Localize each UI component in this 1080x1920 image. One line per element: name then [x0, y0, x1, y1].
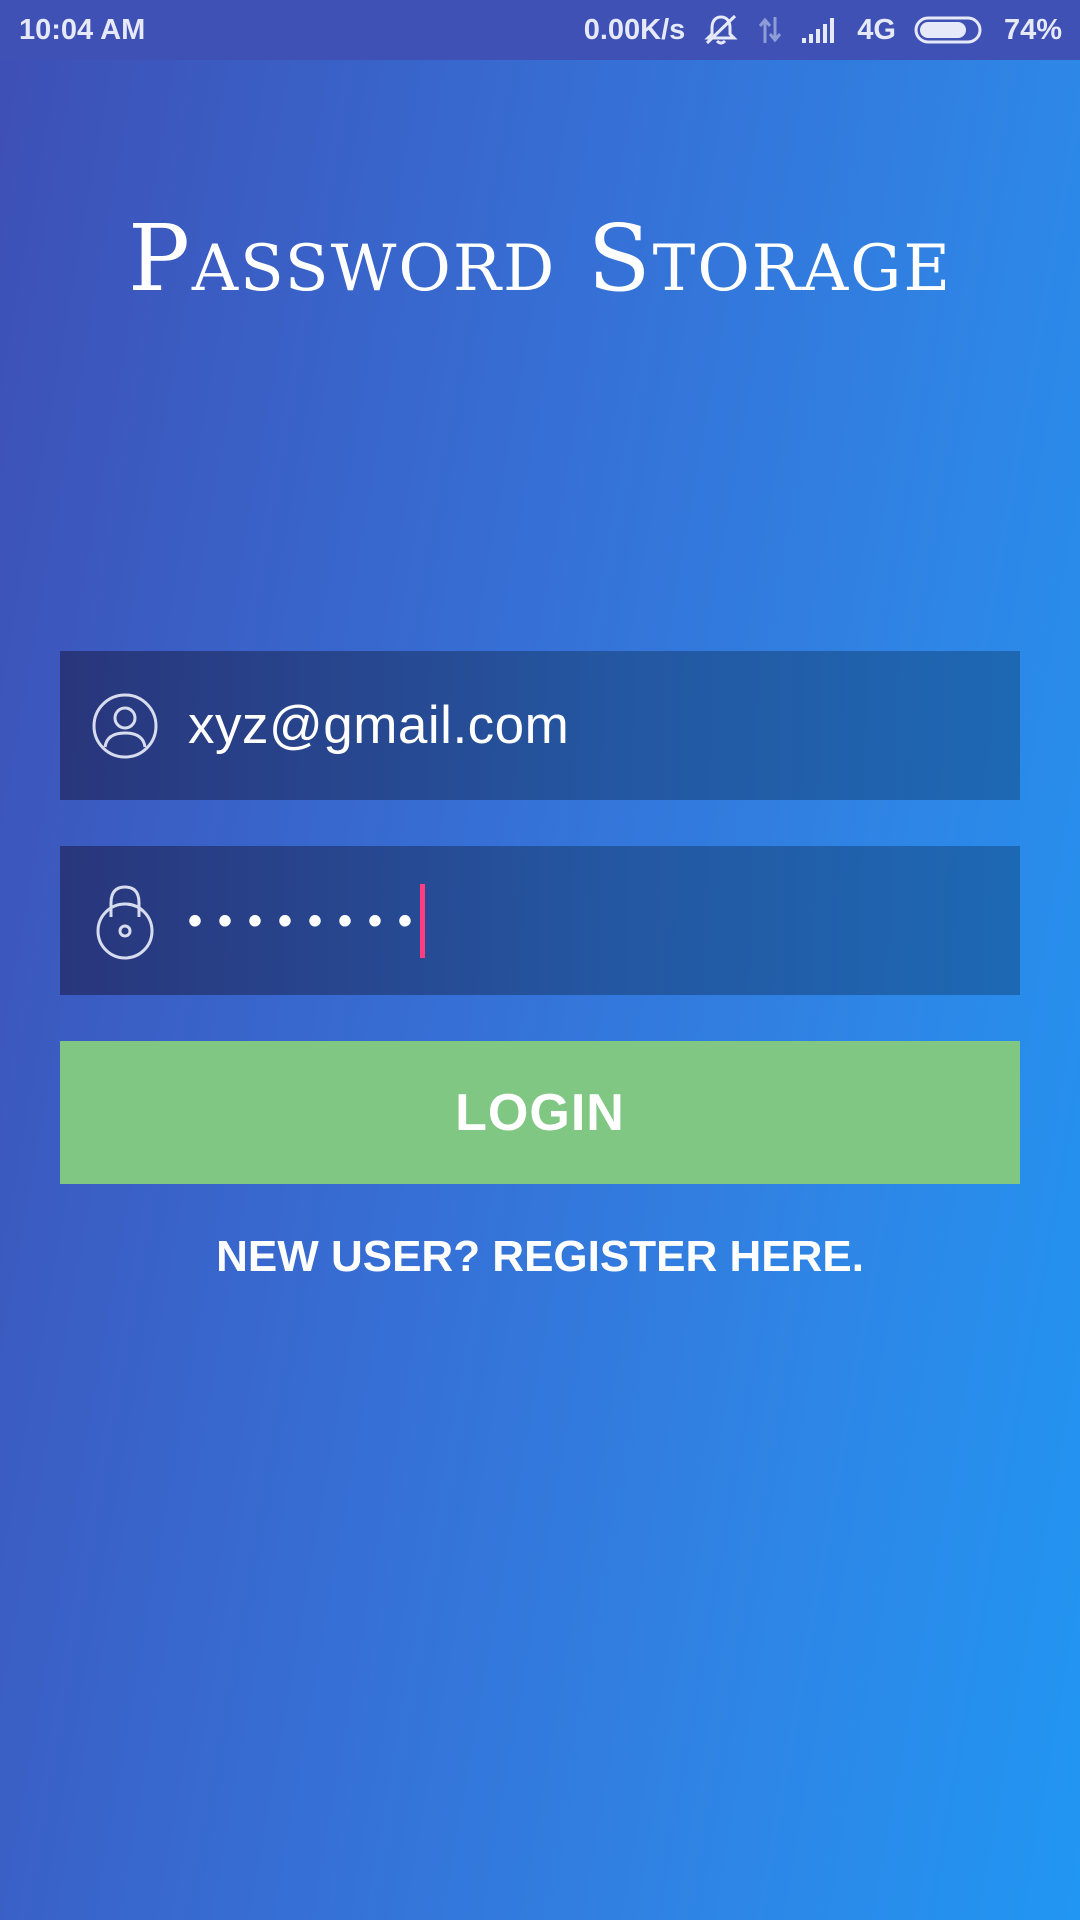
text-caret: [420, 883, 426, 958]
battery-percent: 74%: [1003, 13, 1062, 46]
data-arrows-icon: [757, 15, 783, 45]
password-input[interactable]: ••••••••: [188, 881, 429, 961]
signal-bars-icon: [801, 16, 839, 44]
email-field[interactable]: xyz@gmail.com: [60, 651, 1020, 800]
password-dots: ••••••••: [188, 898, 429, 943]
mute-bell-icon: [703, 13, 739, 47]
lock-icon: [88, 881, 162, 961]
app-title: Password Storage: [127, 205, 953, 312]
network-speed: 0.00K/s: [583, 13, 686, 46]
status-indicators: 0.00K/s 4G 74%: [584, 13, 1062, 47]
status-time: 10:04 AM: [19, 13, 146, 46]
battery-icon: [914, 15, 986, 45]
password-field[interactable]: ••••••••: [60, 846, 1020, 995]
network-type: 4G: [857, 13, 896, 46]
status-bar: 10:04 AM 0.00K/s 4G 74%: [0, 0, 1080, 60]
email-input[interactable]: xyz@gmail.com: [188, 695, 569, 756]
register-link[interactable]: NEW USER? REGISTER HERE.: [0, 1232, 1080, 1282]
login-button[interactable]: LOGIN: [60, 1041, 1020, 1184]
user-circle-icon: [88, 686, 162, 766]
